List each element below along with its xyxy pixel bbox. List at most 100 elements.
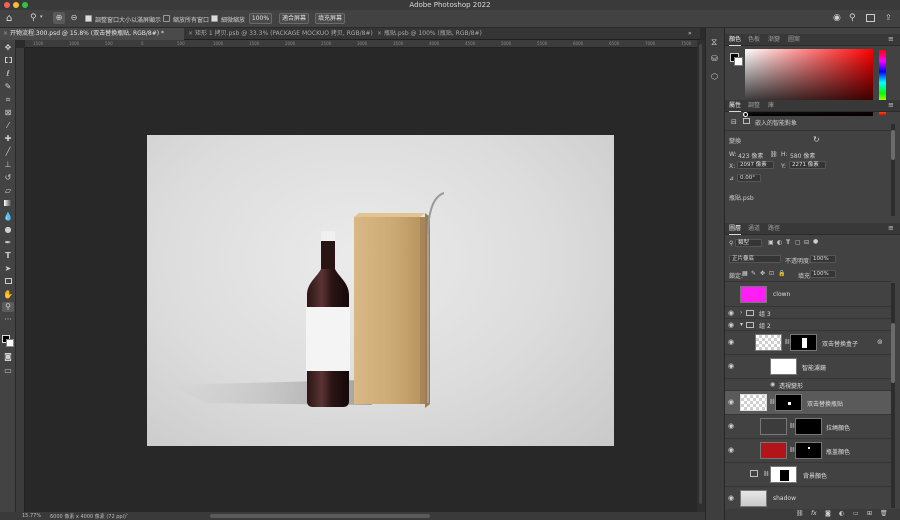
tab-gradients[interactable]: 漸變 xyxy=(768,34,780,46)
opacity-field[interactable]: 100% xyxy=(810,255,836,263)
layer-mask-thumbnail[interactable] xyxy=(775,394,802,411)
search-icon[interactable]: ⚲ xyxy=(849,13,856,23)
background-color-swatch[interactable] xyxy=(734,57,743,66)
layers-scrollbar[interactable] xyxy=(891,283,895,508)
filter-smart-object-icon[interactable]: ⊟ xyxy=(804,239,809,246)
layer-name[interactable]: 透視變形 xyxy=(779,381,803,390)
layer-row-group-3[interactable]: ◉ › 组 3 xyxy=(725,307,891,319)
visibility-eye-icon[interactable]: ◉ xyxy=(728,447,736,454)
close-icon[interactable]: × xyxy=(377,28,382,40)
tab-patterns[interactable]: 圖案 xyxy=(788,34,800,46)
tab-channels[interactable]: 通道 xyxy=(748,223,760,235)
vertical-scrollbar[interactable] xyxy=(697,40,705,512)
path-selection-tool-icon[interactable]: ➤ xyxy=(2,264,14,274)
zoom-tool-icon[interactable]: ⚲ xyxy=(2,302,14,312)
layer-row-smart-filters[interactable]: ◉ 智能濾鏡 xyxy=(725,355,891,379)
layer-mask-thumbnail[interactable] xyxy=(795,442,822,459)
document-canvas[interactable] xyxy=(147,135,614,446)
clone-stamp-tool-icon[interactable]: ⊥ xyxy=(2,160,14,170)
layer-filter-select[interactable]: 類型 xyxy=(735,239,762,247)
visibility-eye-icon[interactable]: ◉ xyxy=(728,339,736,346)
filter-type-icon[interactable]: T xyxy=(786,239,790,246)
visibility-eye-icon[interactable]: ◉ xyxy=(728,399,736,406)
layer-name[interactable]: 双击替换瓶贴 xyxy=(807,399,843,408)
chevron-down-icon[interactable]: ▾ xyxy=(40,14,43,20)
move-tool-icon[interactable]: ✥ xyxy=(2,43,14,53)
lock-pixels-icon[interactable]: ✎ xyxy=(751,270,756,277)
layer-row-cap-color[interactable]: ◉ ⛓ 瓶盖顏色 xyxy=(725,439,891,463)
blur-tool-icon[interactable]: 💧 xyxy=(2,212,14,222)
layer-row-replace-label[interactable]: ◉ ⛓ 双击替换瓶贴 xyxy=(725,391,891,415)
brush-tool-icon[interactable]: ╱ xyxy=(2,147,14,157)
layer-name[interactable]: clown xyxy=(773,291,790,298)
visibility-eye-icon[interactable]: ◉ xyxy=(728,423,736,430)
filter-adjustment-icon[interactable]: ◐ xyxy=(777,239,782,246)
background-color-swatch[interactable] xyxy=(6,339,14,347)
3d-panel-icon[interactable]: ⬡ xyxy=(711,72,718,81)
link-layers-icon[interactable]: ⛓ xyxy=(796,510,804,517)
status-menu-icon[interactable]: › xyxy=(126,512,128,518)
history-icon[interactable]: ⧖ xyxy=(711,38,717,48)
lock-position-icon[interactable]: ✥ xyxy=(760,270,765,277)
zoom-level[interactable]: 15.77% xyxy=(22,513,41,519)
tab-document-1[interactable]: × 开物流程.300.psd @ 15.8% (双击替换瓶贴, RGB/8#) … xyxy=(0,28,184,40)
pen-tool-icon[interactable]: ✒ xyxy=(2,238,14,248)
panel-menu-icon[interactable]: ≡ xyxy=(888,101,894,109)
filter-shape-icon[interactable]: ▢ xyxy=(795,239,801,246)
home-icon[interactable]: ⌂ xyxy=(6,13,12,24)
tab-adjustments[interactable]: 調整 xyxy=(748,100,760,112)
share-icon[interactable]: ⇪ xyxy=(885,13,892,22)
zoom-out-icon[interactable]: ⊖ xyxy=(68,12,80,24)
document-info[interactable]: 6000 像素 x 4000 像素 (72 ppi) xyxy=(50,513,126,520)
resize-windows-checkbox[interactable] xyxy=(85,15,92,22)
lasso-tool-icon[interactable]: ℓ xyxy=(2,69,14,79)
tab-swatches[interactable]: 色板 xyxy=(748,34,760,46)
smart-filter-toggle-icon[interactable]: ⊚ xyxy=(877,338,883,346)
eyedropper-tool-icon[interactable]: ⁄ xyxy=(2,121,14,131)
link-icon[interactable]: ⛓ xyxy=(763,471,769,477)
visibility-eye-icon[interactable]: ◉ xyxy=(770,381,775,388)
zoom-tool-preset-icon[interactable]: ⚲ xyxy=(30,13,37,24)
quick-select-tool-icon[interactable]: ✎ xyxy=(2,82,14,92)
tab-paths[interactable]: 路徑 xyxy=(768,223,780,235)
tab-layers[interactable]: 圖層 xyxy=(729,223,742,235)
close-icon[interactable]: × xyxy=(188,28,193,40)
layer-name[interactable]: 组 3 xyxy=(759,309,771,318)
new-layer-icon[interactable]: ⊞ xyxy=(867,510,872,517)
layer-name[interactable]: shadow xyxy=(773,495,796,502)
layer-row-string-color[interactable]: ◉ ⛓ 拉绳顏色 xyxy=(725,415,891,439)
link-icon[interactable]: ⛓ xyxy=(770,151,778,158)
fill-field[interactable]: 100% xyxy=(810,270,836,278)
x-position-field[interactable]: 2097 像素 xyxy=(737,161,774,169)
layer-name[interactable]: 瓶盖顏色 xyxy=(826,447,850,456)
history-brush-tool-icon[interactable]: ↺ xyxy=(2,173,14,183)
panel-menu-icon[interactable]: ≡ xyxy=(888,35,894,43)
layer-name[interactable]: 组 2 xyxy=(759,321,771,330)
healing-brush-tool-icon[interactable]: ✚ xyxy=(2,134,14,144)
layer-row-perspective-warp[interactable]: ◉ 透視變形 xyxy=(725,379,891,391)
layer-name[interactable]: 背景顏色 xyxy=(803,471,827,480)
lock-transparency-icon[interactable]: ▦ xyxy=(742,270,748,277)
filter-toggle-icon[interactable]: ● xyxy=(813,238,818,245)
blend-mode-select[interactable]: 正片疊底 xyxy=(729,255,781,263)
layer-name[interactable]: 智能濾鏡 xyxy=(802,363,826,372)
lock-all-icon[interactable]: 🔒 xyxy=(778,270,785,277)
crop-tool-icon[interactable]: ⌗ xyxy=(2,95,14,105)
dodge-tool-icon[interactable]: ● xyxy=(2,225,14,235)
workspace-icon[interactable] xyxy=(866,14,875,22)
rectangle-tool-icon[interactable] xyxy=(2,277,14,287)
panel-menu-icon[interactable]: ≡ xyxy=(888,224,894,232)
new-group-icon[interactable]: ▭ xyxy=(853,510,859,517)
more-tools-icon[interactable]: ··· xyxy=(2,315,14,325)
zoom-all-checkbox[interactable] xyxy=(163,15,170,22)
scrubby-zoom-checkbox[interactable] xyxy=(211,15,218,22)
reset-transform-icon[interactable]: ↻ xyxy=(813,135,820,144)
layer-name[interactable]: 拉绳顏色 xyxy=(826,423,850,432)
tabs-overflow-icon[interactable]: » xyxy=(688,30,692,37)
fill-screen-button[interactable]: 填充屏幕 xyxy=(315,13,345,24)
color-picker-handle[interactable] xyxy=(743,112,748,117)
layer-row-background-color[interactable]: ⛓ 背景顏色 xyxy=(725,463,891,487)
filter-mask-thumbnail[interactable] xyxy=(770,358,797,375)
properties-scrollbar[interactable] xyxy=(891,124,895,216)
horizontal-scrollbar[interactable] xyxy=(210,514,430,518)
